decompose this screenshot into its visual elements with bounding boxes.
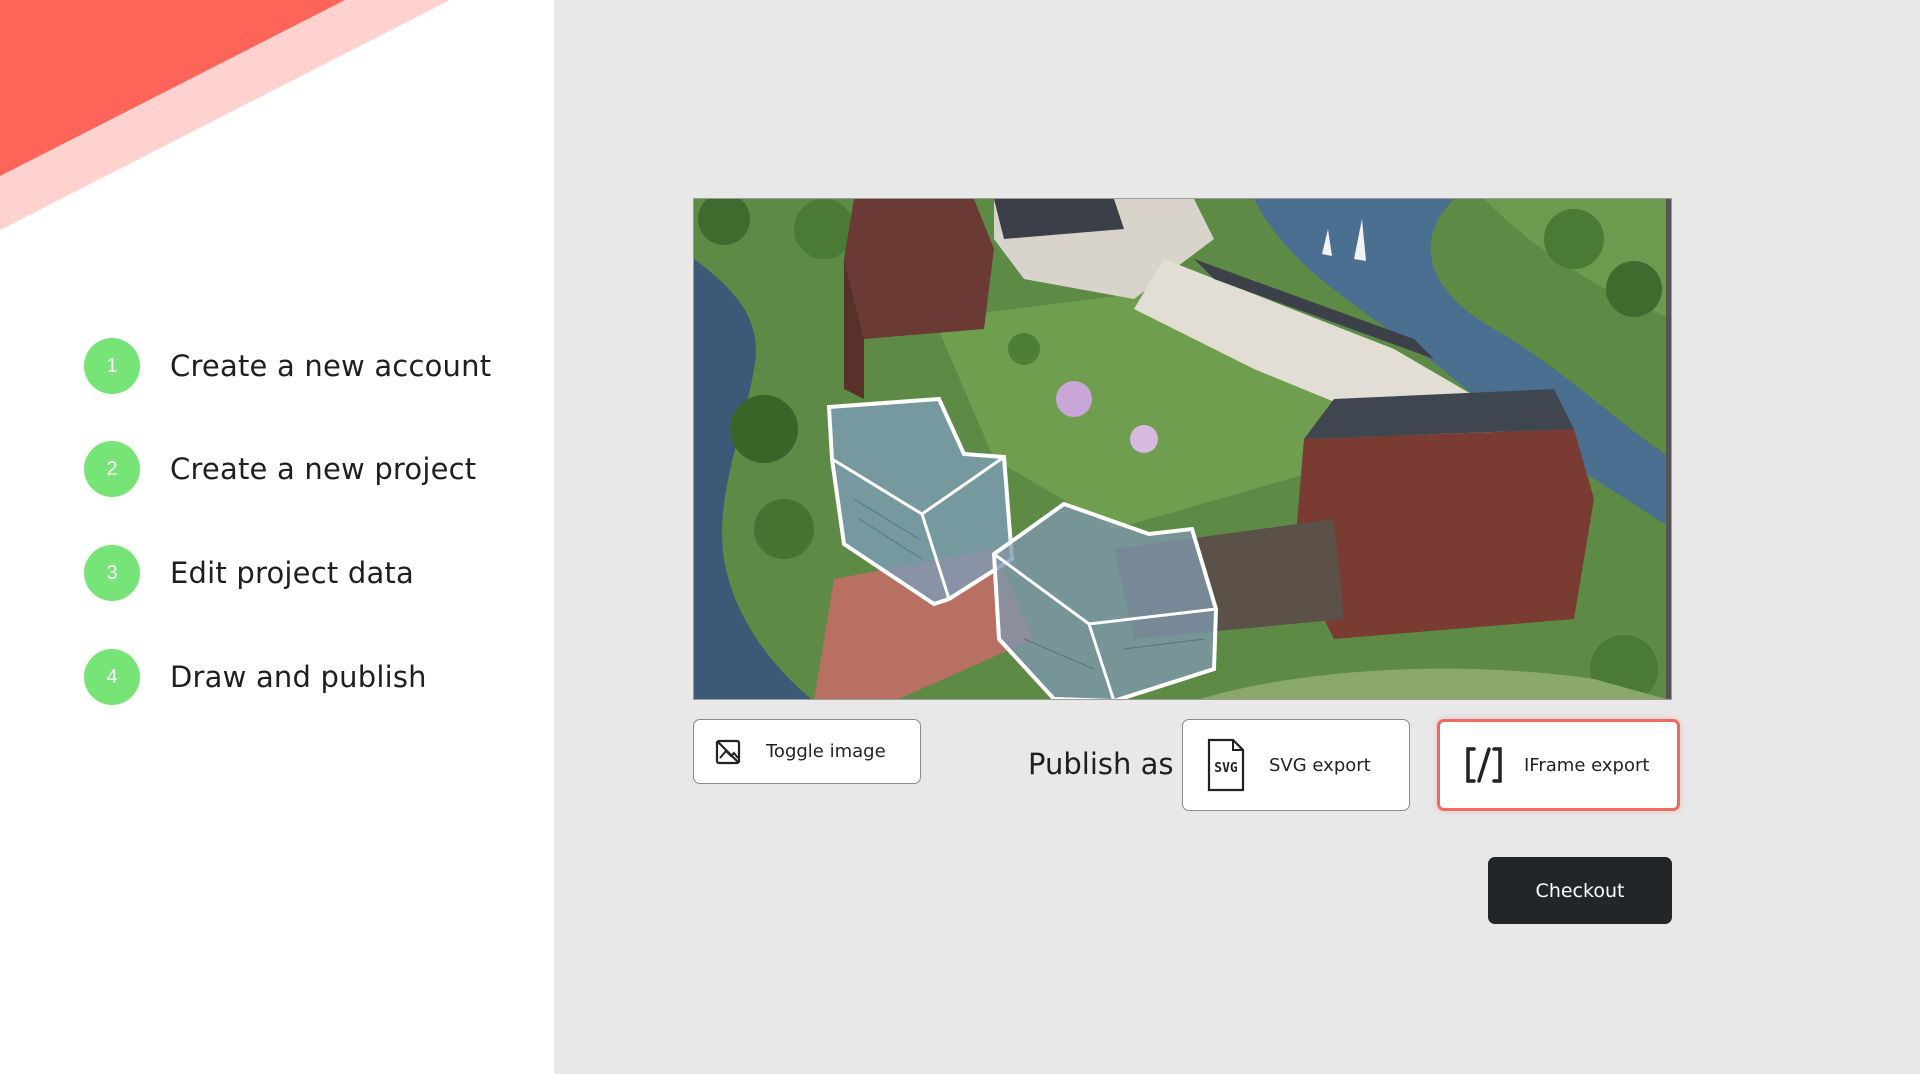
step-number-badge: 2 [84,441,140,497]
image-toggle-icon [715,739,741,764]
left-panel: 1 Create a new account 2 Create a new pr… [0,0,554,1074]
step-number-badge: 4 [84,649,140,705]
step-item-2[interactable]: 2 Create a new project [84,441,476,497]
corner-decoration [0,0,450,230]
iframe-export-button[interactable]: IFrame export [1437,719,1680,811]
aerial-rendering [694,199,1671,699]
checkout-label: Checkout [1535,879,1625,902]
publish-as-label: Publish as [1028,747,1174,781]
step-label: Edit project data [170,556,414,590]
svg-file-icon: SVG [1207,738,1245,792]
step-item-3[interactable]: 3 Edit project data [84,545,414,601]
toggle-image-button[interactable]: Toggle image [693,719,921,784]
svg-export-button[interactable]: SVG SVG export [1182,719,1410,811]
step-label: Draw and publish [170,660,427,694]
step-item-1[interactable]: 1 Create a new account [84,338,491,394]
step-label: Create a new account [170,349,492,383]
step-label: Create a new project [170,452,477,486]
svg-icon-text: SVG [1214,761,1238,776]
step-number: 1 [106,354,118,377]
step-item-4[interactable]: 4 Draw and publish [84,649,427,705]
iframe-export-label: IFrame export [1524,754,1650,776]
step-number-badge: 1 [84,338,140,394]
step-number: 3 [106,561,118,584]
step-number: 2 [106,457,118,480]
step-number-badge: 3 [84,545,140,601]
project-preview-image [693,198,1672,700]
svg-export-label: SVG export [1269,754,1371,776]
step-number: 4 [106,665,118,688]
code-icon [1466,747,1502,783]
toggle-image-label: Toggle image [766,741,886,762]
checkout-button[interactable]: Checkout [1488,857,1672,924]
